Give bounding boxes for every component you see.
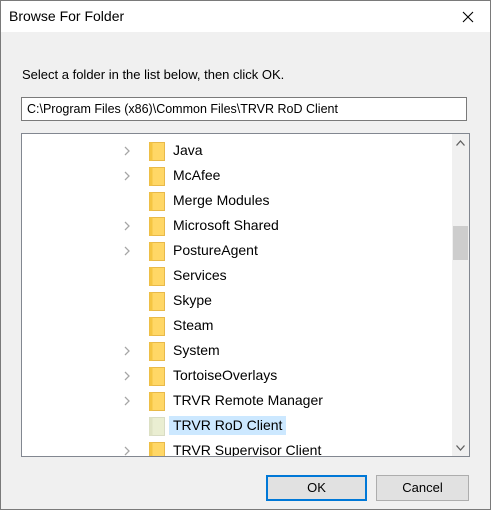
scrollbar-thumb[interactable] [453, 226, 468, 260]
chevron-right-icon[interactable] [121, 395, 133, 407]
tree-item-label[interactable]: Java [169, 141, 207, 160]
close-button[interactable] [446, 1, 490, 32]
chevron-right-icon[interactable] [121, 245, 133, 257]
chevron-right-icon[interactable] [121, 220, 133, 232]
vertical-scrollbar[interactable] [452, 134, 469, 456]
close-icon [462, 11, 474, 22]
folder-icon [149, 392, 165, 411]
folder-tree: Java McAfee Merge Modules Microsoft Shared P… [21, 133, 470, 457]
ok-button[interactable]: OK [266, 475, 367, 501]
tree-item-label[interactable]: Merge Modules [169, 191, 274, 210]
scroll-down-button[interactable] [452, 439, 469, 456]
tree-item-label[interactable]: TRVR RoD Client [169, 416, 287, 435]
tree-item-label[interactable]: Microsoft Shared [169, 216, 283, 235]
title-bar: Browse For Folder [1, 1, 490, 32]
tree-item[interactable]: System [22, 339, 450, 363]
tree-item[interactable]: TRVR RoD Client [22, 414, 450, 438]
folder-icon [149, 192, 165, 211]
folder-icon [149, 417, 165, 436]
tree-item-label[interactable]: PostureAgent [169, 241, 262, 260]
tree-item[interactable]: McAfee [22, 164, 450, 188]
tree-item-label[interactable]: Services [169, 266, 231, 285]
tree-item[interactable]: Microsoft Shared [22, 214, 450, 238]
chevron-right-icon[interactable] [121, 345, 133, 357]
folder-icon [149, 267, 165, 286]
folder-icon [149, 317, 165, 336]
window-title: Browse For Folder [9, 8, 125, 24]
chevron-right-icon[interactable] [121, 170, 133, 182]
tree-item[interactable]: Merge Modules [22, 189, 450, 213]
chevron-right-icon[interactable] [121, 145, 133, 157]
tree-item-label[interactable]: TRVR Remote Manager [169, 391, 327, 410]
tree-item[interactable]: PostureAgent [22, 239, 450, 263]
chevron-up-icon [456, 139, 465, 146]
tree-item-label[interactable]: System [169, 341, 224, 360]
chevron-right-icon[interactable] [121, 370, 133, 382]
chevron-down-icon [456, 444, 465, 451]
tree-item-label[interactable]: TortoiseOverlays [169, 366, 281, 385]
tree-item[interactable]: TRVR Remote Manager [22, 389, 450, 413]
instruction-text: Select a folder in the list below, then … [22, 67, 285, 82]
browse-folder-dialog: Browse For Folder Select a folder in the… [0, 0, 491, 510]
folder-icon [149, 367, 165, 386]
tree-item[interactable]: Java [22, 139, 450, 163]
tree-item[interactable]: TortoiseOverlays [22, 364, 450, 388]
scroll-up-button[interactable] [452, 134, 469, 151]
tree-item-label[interactable]: Skype [169, 291, 216, 310]
tree-item[interactable]: Skype [22, 289, 450, 313]
tree-item[interactable]: Services [22, 264, 450, 288]
folder-icon [149, 142, 165, 161]
folder-icon [149, 292, 165, 311]
tree-item-label[interactable]: TRVR Supervisor Client [169, 441, 325, 456]
cancel-button[interactable]: Cancel [376, 475, 469, 501]
tree-item[interactable]: TRVR Supervisor Client [22, 439, 450, 457]
folder-icon [149, 242, 165, 261]
folder-path-field[interactable] [21, 97, 467, 121]
tree-item-label[interactable]: McAfee [169, 166, 224, 185]
chevron-right-icon[interactable] [121, 445, 133, 457]
folder-icon [149, 167, 165, 186]
folder-icon [149, 217, 165, 236]
folder-icon [149, 442, 165, 456]
tree-item[interactable]: Steam [22, 314, 450, 338]
folder-icon [149, 342, 165, 361]
tree-item-label[interactable]: Steam [169, 316, 217, 335]
